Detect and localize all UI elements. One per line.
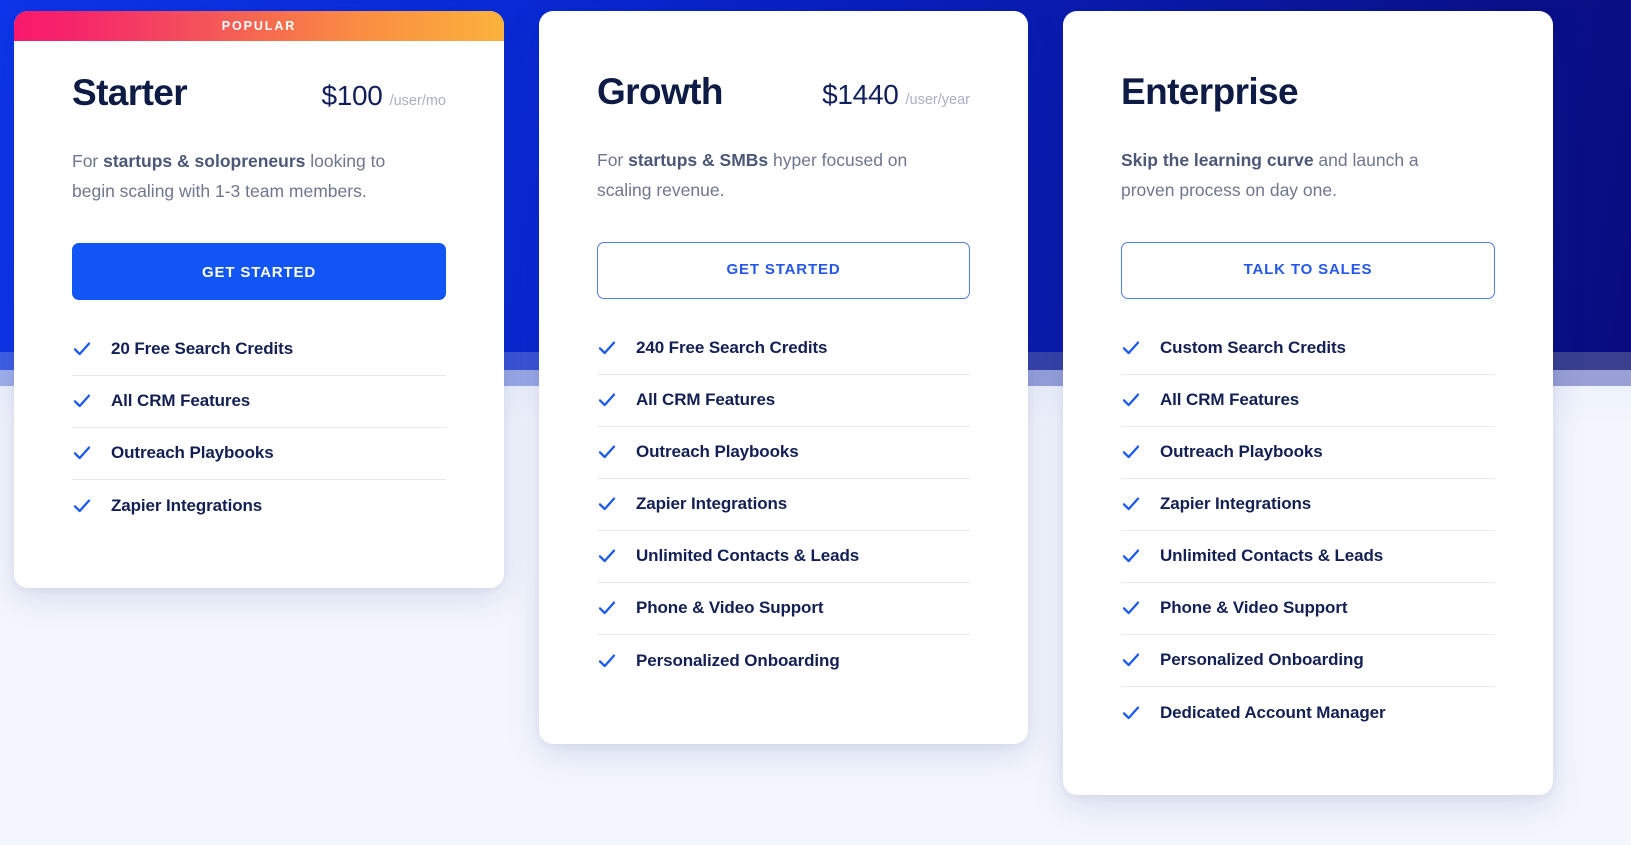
pricing-cards-container: POPULAR Starter $100/user/mo For startups &… (0, 0, 1631, 845)
feature-item: All CRM Features (72, 376, 446, 428)
check-icon (597, 651, 617, 671)
check-icon (72, 443, 92, 463)
price-period-growth: /user/year (905, 92, 970, 108)
feature-label: Phone & Video Support (1160, 598, 1348, 618)
check-icon (1121, 494, 1141, 514)
plan-description-pre: For (72, 151, 104, 171)
plan-name-enterprise: Enterprise (1121, 71, 1299, 112)
plan-description-enterprise: Skip the learning curve and launch a pro… (1121, 145, 1473, 206)
price-amount-growth: $1440 (822, 79, 899, 110)
feature-label: Zapier Integrations (111, 495, 263, 515)
plan-header-growth: Growth $1440/user/year (597, 71, 970, 123)
feature-label: Dedicated Account Manager (1160, 702, 1386, 722)
plan-description-emphasis: startups & SMBs (628, 150, 769, 170)
plan-description-growth: For startups & SMBs hyper focused on sca… (597, 145, 957, 206)
plan-header-enterprise: Enterprise (1121, 71, 1495, 123)
feature-label: Custom Search Credits (1160, 338, 1346, 358)
feature-item: Zapier Integrations (1121, 479, 1495, 531)
feature-item: Phone & Video Support (597, 583, 970, 635)
check-icon (597, 546, 617, 566)
plan-name-starter: Starter (72, 72, 188, 113)
feature-item: Zapier Integrations (597, 479, 970, 531)
pricing-card-starter: POPULAR Starter $100/user/mo For startups &… (14, 11, 504, 588)
feature-item: Personalized Onboarding (1121, 635, 1495, 687)
check-icon (72, 339, 92, 359)
popular-ribbon-label: POPULAR (221, 19, 297, 33)
features-list-growth: 240 Free Search Credits All CRM Features O… (597, 323, 970, 687)
check-icon (597, 338, 617, 358)
check-icon (1121, 650, 1141, 670)
price-amount-starter: $100 (321, 80, 383, 111)
plan-description-emphasis: Skip the learning curve (1121, 150, 1314, 170)
feature-label: 240 Free Search Credits (636, 338, 828, 358)
check-icon (72, 496, 92, 516)
feature-item: Personalized Onboarding (597, 635, 970, 687)
feature-label: Unlimited Contacts & Leads (1160, 546, 1384, 566)
feature-item: All CRM Features (597, 375, 970, 427)
feature-item: 20 Free Search Credits (72, 324, 446, 376)
check-icon (597, 494, 617, 514)
feature-label: All CRM Features (636, 390, 776, 410)
card-body-growth: Growth $1440/user/year For startups & SMBs… (539, 11, 1028, 687)
feature-label: Outreach Playbooks (636, 442, 799, 462)
feature-item: Dedicated Account Manager (1121, 687, 1495, 739)
feature-item: Outreach Playbooks (72, 428, 446, 480)
check-icon (1121, 598, 1141, 618)
check-icon (597, 390, 617, 410)
price-period-starter: /user/mo (389, 93, 446, 109)
features-list-starter: 20 Free Search Credits All CRM Features Ou… (72, 324, 446, 532)
plan-description-starter: For startups & solopreneurs looking to b… (72, 146, 432, 207)
feature-item: Unlimited Contacts & Leads (1121, 531, 1495, 583)
feature-label: Outreach Playbooks (111, 443, 274, 463)
pricing-card-enterprise: Enterprise Skip the learning curve and la… (1063, 11, 1553, 795)
check-icon (72, 391, 92, 411)
feature-label: Phone & Video Support (636, 598, 824, 618)
plan-description-pre: For (597, 150, 629, 170)
feature-item: Phone & Video Support (1121, 583, 1495, 635)
feature-item: 240 Free Search Credits (597, 323, 970, 375)
check-icon (1121, 338, 1141, 358)
cta-button-enterprise[interactable]: TALK TO SALES (1121, 241, 1495, 299)
check-icon (1121, 390, 1141, 410)
features-list-enterprise: Custom Search Credits All CRM Features Out… (1121, 323, 1495, 739)
plan-description-emphasis: startups & solopreneurs (103, 151, 306, 171)
feature-item: Zapier Integrations (72, 480, 446, 532)
feature-item: Outreach Playbooks (597, 427, 970, 479)
check-icon (597, 442, 617, 462)
feature-label: Outreach Playbooks (1160, 442, 1323, 462)
card-body-enterprise: Enterprise Skip the learning curve and la… (1063, 11, 1553, 739)
check-icon (1121, 703, 1141, 723)
check-icon (597, 598, 617, 618)
feature-label: Zapier Integrations (1160, 494, 1312, 514)
pricing-card-growth: Growth $1440/user/year For startups & SMBs… (539, 11, 1028, 744)
plan-price-starter: $100/user/mo (321, 80, 446, 112)
plan-name-growth: Growth (597, 71, 723, 112)
feature-label: Unlimited Contacts & Leads (636, 546, 860, 566)
card-body-starter: Starter $100/user/mo For startups & solopr… (14, 41, 504, 532)
feature-item: Outreach Playbooks (1121, 427, 1495, 479)
feature-label: All CRM Features (1160, 390, 1300, 410)
cta-button-growth[interactable]: GET STARTED (597, 241, 970, 299)
check-icon (1121, 546, 1141, 566)
cta-button-starter[interactable]: GET STARTED (72, 242, 446, 300)
popular-ribbon: POPULAR (14, 11, 504, 41)
feature-item: Unlimited Contacts & Leads (597, 531, 970, 583)
plan-header-starter: Starter $100/user/mo (72, 72, 446, 124)
feature-label: Personalized Onboarding (1160, 650, 1364, 670)
feature-item: Custom Search Credits (1121, 323, 1495, 375)
feature-label: All CRM Features (111, 391, 251, 411)
check-icon (1121, 442, 1141, 462)
feature-label: 20 Free Search Credits (111, 339, 294, 359)
plan-price-growth: $1440/user/year (822, 79, 970, 111)
feature-label: Personalized Onboarding (636, 650, 840, 670)
feature-item: All CRM Features (1121, 375, 1495, 427)
feature-label: Zapier Integrations (636, 494, 788, 514)
